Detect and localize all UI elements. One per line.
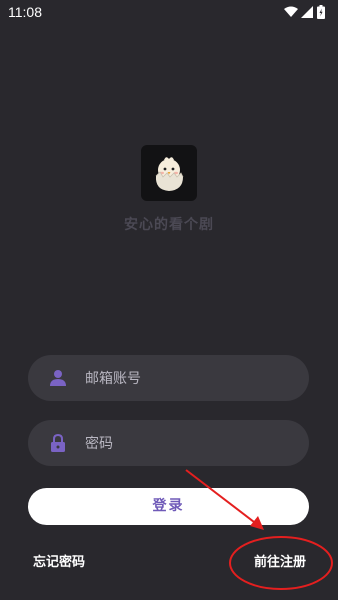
- annotation-arrow: [185, 469, 259, 526]
- annotation-arrowhead: [250, 516, 264, 530]
- annotation-circle: [229, 536, 333, 590]
- annotation-overlay: [185, 469, 333, 590]
